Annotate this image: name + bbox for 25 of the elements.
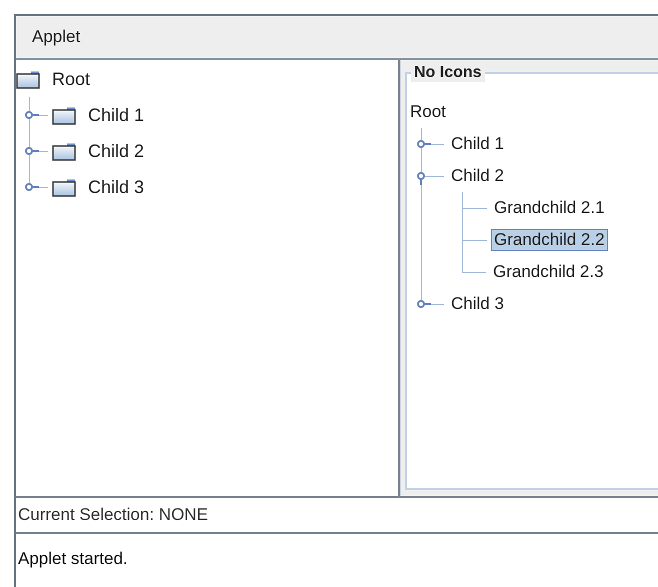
tree-node[interactable]: Child 3 xyxy=(448,293,507,315)
tree-node[interactable]: Child 1 xyxy=(448,133,507,155)
window-title: Applet xyxy=(16,16,658,60)
status-text: Applet started. xyxy=(17,548,129,570)
tree-node[interactable]: Child 2 xyxy=(448,165,507,187)
folder-icon xyxy=(52,105,77,125)
expand-handle[interactable] xyxy=(417,300,431,308)
expand-handle[interactable] xyxy=(25,147,39,155)
tree-node[interactable]: Child 3 xyxy=(85,176,148,198)
tree-node[interactable]: Root xyxy=(407,101,449,123)
tree-node[interactable]: Child 2 xyxy=(85,140,148,162)
tree-node[interactable]: Child 1 xyxy=(85,104,148,126)
folder-icon xyxy=(52,141,77,161)
folder-icon xyxy=(16,69,41,89)
folder-icon xyxy=(52,177,77,197)
group-title: No Icons xyxy=(411,64,485,82)
expand-handle[interactable] xyxy=(25,111,39,119)
expand-handle[interactable] xyxy=(25,183,39,191)
selection-field: Current Selection: NONE xyxy=(16,498,658,534)
tree-node[interactable]: Grandchild 2.1 xyxy=(491,197,608,219)
expand-handle[interactable] xyxy=(417,140,431,148)
tree-node[interactable]: Grandchild 2.3 xyxy=(490,261,607,283)
tree-node[interactable]: Grandchild 2.2 xyxy=(491,229,608,251)
tree-node[interactable]: Root xyxy=(49,68,94,90)
expand-handle[interactable] xyxy=(417,172,425,185)
